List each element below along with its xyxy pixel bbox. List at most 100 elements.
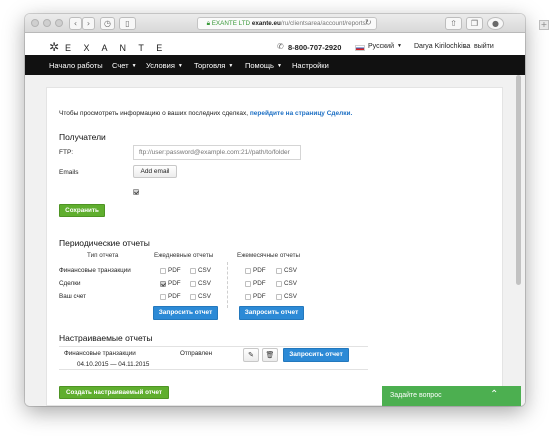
main-nav: Начало работы Счет ▼ Условия ▼ Торговля ▼ П… <box>25 55 525 75</box>
extension-icon[interactable]: ● <box>487 17 504 30</box>
daily-reports-header: Ежедневные отчеты <box>154 252 214 259</box>
nav-label: Счет <box>112 61 129 70</box>
language-label: Русский <box>368 43 394 50</box>
nav-item-conditions[interactable]: Условия ▼ <box>146 61 183 70</box>
recipients-title: Получатели <box>59 132 106 142</box>
ftp-label: FTP: <box>59 149 74 156</box>
daily-csv-checkbox[interactable] <box>190 294 196 300</box>
language-selector[interactable]: Русский ▼ <box>368 43 402 50</box>
pdf-label: PDF <box>253 267 266 274</box>
nav-item-settings[interactable]: Настройки <box>292 61 329 70</box>
request-monthly-report-button[interactable]: Запросить отчет <box>239 306 304 320</box>
request-daily-report-button[interactable]: Запросить отчет <box>153 306 218 320</box>
add-email-button[interactable]: Add email <box>133 165 177 178</box>
create-custom-report-button[interactable]: Создать настраиваемый отчет <box>59 386 169 399</box>
back-icon[interactable]: ‹ <box>69 17 82 30</box>
chat-label: Задайте вопрос <box>390 392 442 399</box>
reports-panel: Чтобы просмотреть информацию о ваших пос… <box>46 87 503 406</box>
new-tab-icon[interactable]: + <box>539 20 549 30</box>
daily-csv-checkbox[interactable] <box>190 281 196 287</box>
exante-logo-icon: ✲ <box>49 40 60 54</box>
daily-pdf-checkbox[interactable] <box>160 281 166 287</box>
russian-flag-icon <box>355 45 365 51</box>
chevron-down-icon: ▼ <box>396 43 402 49</box>
certificate-owner: EXANTE LTD <box>211 20 251 27</box>
monthly-csv-checkbox[interactable] <box>276 281 282 287</box>
minimize-window-icon[interactable] <box>43 19 51 27</box>
monthly-pdf-checkbox[interactable] <box>245 281 251 287</box>
nav-label: Условия <box>146 61 175 70</box>
monthly-reports-header: Ежемесячные отчеты <box>237 252 301 259</box>
ftp-input[interactable] <box>133 145 301 160</box>
pdf-label: PDF <box>168 267 181 274</box>
nav-item-trading[interactable]: Торговля ▼ <box>194 61 233 70</box>
user-name[interactable]: Darya Kirilochkina <box>414 43 470 50</box>
save-button[interactable]: Сохранить <box>59 204 105 217</box>
csv-label: CSV <box>198 267 211 274</box>
address-host: exante.eu <box>251 20 281 27</box>
csv-label: CSV <box>198 293 211 300</box>
browser-window: ‹ › ◷ ▯ 🔒︎ EXANTE LTD exante.eu/ru/clien… <box>25 14 525 406</box>
csv-label: CSV <box>198 280 211 287</box>
report-type-header: Тип отчета <box>87 252 119 259</box>
daily-pdf-checkbox[interactable] <box>160 268 166 274</box>
address-path: /ru/clientsarea/account/reports/ <box>280 20 368 27</box>
nav-item-help[interactable]: Помощь ▼ <box>245 61 282 70</box>
row-label-trades: Сделки <box>59 280 81 287</box>
custom-report-status: Отправлен <box>180 350 213 357</box>
nav-label: Начало работы <box>49 61 103 70</box>
monthly-csv-checkbox[interactable] <box>276 268 282 274</box>
scrollbar-thumb[interactable] <box>516 75 521 285</box>
nav-item-start[interactable]: Начало работы <box>49 61 103 70</box>
trades-page-link[interactable]: перейдите на страницу Сделки. <box>250 110 353 117</box>
recipients-checkbox[interactable] <box>133 189 139 195</box>
info-text: Чтобы просмотреть информацию о ваших пос… <box>59 110 352 117</box>
chat-widget[interactable]: Задайте вопрос ⌃ <box>382 386 521 406</box>
monthly-csv-checkbox[interactable] <box>276 294 282 300</box>
custom-report-period: 04.10.2015 — 04.11.2015 <box>77 361 150 368</box>
nav-label: Торговля <box>194 61 226 70</box>
chevron-down-icon: ▼ <box>276 63 282 69</box>
close-window-icon[interactable] <box>31 19 39 27</box>
browser-toolbar: ‹ › ◷ ▯ 🔒︎ EXANTE LTD exante.eu/ru/clien… <box>25 14 525 33</box>
request-custom-report-button[interactable]: Запросить отчет <box>283 348 349 362</box>
history-icon[interactable]: ◷ <box>100 17 115 30</box>
daily-pdf-checkbox[interactable] <box>160 294 166 300</box>
sidebar-icon[interactable]: ▯ <box>119 17 136 30</box>
daily-csv-checkbox[interactable] <box>190 268 196 274</box>
zoom-window-icon[interactable] <box>55 19 63 27</box>
logo-text[interactable]: E X A N T E <box>65 43 167 53</box>
tabs-icon[interactable]: ❐ <box>466 17 483 30</box>
custom-report-name: Финансовые транзакции <box>64 350 136 357</box>
row-label-account: Ваш счет <box>59 293 87 300</box>
divider <box>59 346 368 347</box>
address-bar[interactable]: 🔒︎ EXANTE LTD exante.eu/ru/clientsarea/a… <box>197 17 377 30</box>
chevron-up-icon[interactable]: ⌃ <box>490 389 498 401</box>
lock-icon: 🔒︎ <box>463 42 467 50</box>
reload-icon[interactable]: ↻ <box>365 17 372 28</box>
divider <box>59 369 368 370</box>
logout-link[interactable]: выйти <box>474 43 494 50</box>
page-content: Чтобы просмотреть информацию о ваших пос… <box>25 75 525 406</box>
row-label-financial: Финансовые транзакции <box>59 267 131 274</box>
trash-icon[interactable]: 🗑︎ <box>262 348 278 362</box>
csv-label: CSV <box>284 267 297 274</box>
monthly-pdf-checkbox[interactable] <box>245 268 251 274</box>
column-divider <box>227 262 228 308</box>
monthly-pdf-checkbox[interactable] <box>245 294 251 300</box>
chevron-down-icon: ▼ <box>177 63 183 69</box>
nav-item-account[interactable]: Счет ▼ <box>112 61 137 70</box>
share-icon[interactable]: ⇧ <box>445 17 462 30</box>
forward-icon[interactable]: › <box>82 17 95 30</box>
pdf-label: PDF <box>168 293 181 300</box>
csv-label: CSV <box>284 280 297 287</box>
info-message: Чтобы просмотреть информацию о ваших пос… <box>59 110 248 117</box>
emails-label: Emails <box>59 169 79 176</box>
pdf-label: PDF <box>253 280 266 287</box>
nav-label: Настройки <box>292 61 329 70</box>
nav-label: Помощь <box>245 61 274 70</box>
csv-label: CSV <box>284 293 297 300</box>
periodic-reports-title: Периодические отчеты <box>59 238 150 248</box>
edit-icon[interactable]: ✎ <box>243 348 259 362</box>
page-scrollbar[interactable] <box>516 75 522 345</box>
